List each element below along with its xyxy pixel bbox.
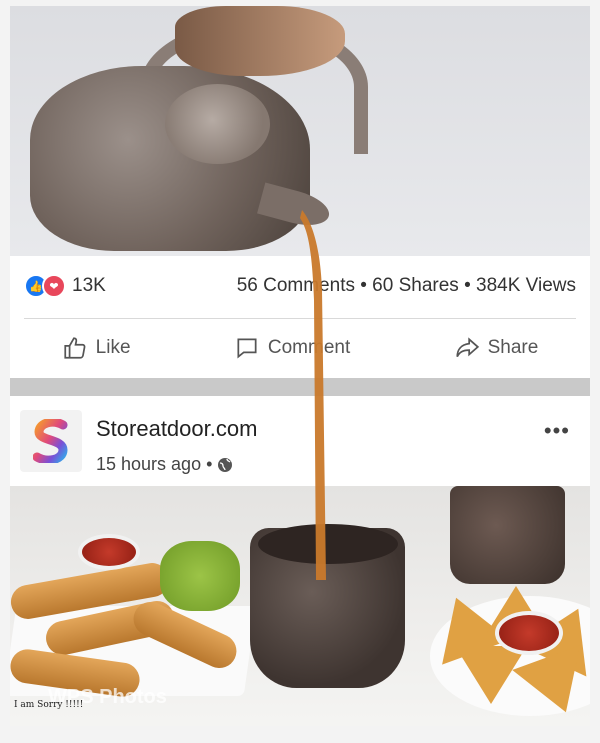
sauce-bowl [78, 534, 140, 570]
like-label: Like [95, 337, 131, 358]
comment-label: Comment [267, 337, 351, 358]
lettuce [160, 541, 240, 611]
kettle-lid [165, 84, 270, 164]
reaction-summary[interactable]: 👍 ❤ 13K [24, 274, 106, 298]
engagement-counts[interactable]: 56 Comments • 60 Shares • 384K Views [237, 275, 576, 297]
post-image-top[interactable] [10, 6, 590, 256]
post-image-bottom[interactable]: WPS Photos I am Sorry !!!!! [10, 486, 590, 726]
reaction-count: 13K [72, 275, 106, 296]
feed-separator [10, 378, 590, 396]
like-button[interactable]: Like [62, 335, 131, 361]
post-header: Storeatdoor.com 15 hours ago • ••• [10, 396, 590, 486]
kettle [30, 66, 310, 251]
timestamp-text: 15 hours ago • [96, 454, 213, 474]
comment-icon [237, 338, 257, 359]
thumbs-up-icon [64, 337, 86, 359]
tea-cup-rim [258, 524, 398, 564]
divider [24, 318, 576, 319]
share-icon [455, 337, 479, 358]
comment-button[interactable]: Comment [234, 335, 350, 361]
post-timestamp: 15 hours ago • [96, 454, 233, 475]
action-bar: Like Comment Share [10, 326, 590, 370]
storeatdoor-logo-icon [33, 419, 68, 463]
page-name[interactable]: Storeatdoor.com [96, 416, 257, 442]
share-label: Share [487, 337, 539, 358]
avatar[interactable] [20, 410, 82, 472]
post-frame: 👍 ❤ 13K 56 Comments • 60 Shares • 384K V… [0, 0, 600, 743]
love-reaction-icon: ❤ [42, 274, 66, 298]
hand [175, 6, 345, 76]
more-options-icon[interactable]: ••• [544, 418, 570, 444]
engagement-card: 👍 ❤ 13K 56 Comments • 60 Shares • 384K V… [10, 256, 590, 378]
ketchup-bowl [495, 611, 563, 655]
teapot-background [450, 486, 565, 584]
globe-icon [218, 457, 233, 472]
stats-row: 👍 ❤ 13K 56 Comments • 60 Shares • 384K V… [24, 270, 576, 302]
image-caption: I am Sorry !!!!! [14, 700, 84, 710]
share-button[interactable]: Share [454, 335, 539, 361]
